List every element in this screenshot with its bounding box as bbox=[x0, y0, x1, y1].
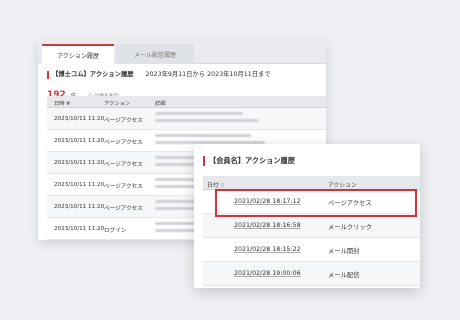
tab-bar: アクション履歴 メール配信履歴 bbox=[38, 40, 326, 64]
row-action: ページアクセス bbox=[104, 162, 143, 168]
row-detail-blurred bbox=[155, 112, 259, 126]
row-action: ページアクセス bbox=[104, 140, 143, 146]
table-row[interactable]: 2021/02/28 18:16:58 メールクリック bbox=[203, 214, 420, 238]
column-date[interactable]: 日付 ▽ bbox=[207, 180, 224, 189]
table-row: 2023/10/11 11:20 ページアクセス bbox=[47, 108, 326, 130]
row-date: 2023/10/11 11:20 bbox=[54, 226, 105, 232]
column-detail: 詳細 bbox=[155, 101, 166, 107]
row-action: ページアクセス bbox=[104, 118, 143, 124]
column-date[interactable]: 日時 ▼ bbox=[54, 99, 70, 107]
row-date: 2023/10/11 11:20 bbox=[54, 138, 105, 144]
row-highlight-frame bbox=[215, 189, 417, 217]
table-row[interactable]: 2021/02/28 19:00:06 メール配信 bbox=[203, 262, 420, 286]
member-history-title: 【会員名】アクション履歴 bbox=[203, 156, 295, 166]
column-date-label: 日時 bbox=[54, 101, 65, 107]
tab-action-history[interactable]: アクション履歴 bbox=[42, 44, 114, 64]
row-date: 2023/10/11 11:20 bbox=[54, 182, 105, 188]
page-title: 【博士コム】アクション履歴 2023年9月11日から 2023年10月11日まで bbox=[47, 71, 271, 79]
row-date: 2023/10/11 11:20 bbox=[54, 160, 105, 166]
tab-mail-history[interactable]: メール配信履歴 bbox=[116, 44, 194, 64]
row-action: ログイン bbox=[104, 228, 127, 234]
page-title-text: 【博士コム】アクション履歴 bbox=[52, 71, 134, 78]
row-date-link[interactable]: 2021/02/28 18:15:22 bbox=[234, 246, 301, 253]
row-action: メールクリック bbox=[328, 224, 373, 231]
table-header: 日付 ▽ アクション bbox=[203, 176, 420, 190]
row-action: メール配信 bbox=[328, 272, 360, 279]
column-action: アクション bbox=[104, 101, 131, 107]
date-range: 2023年9月11日から 2023年10月11日まで bbox=[145, 71, 271, 78]
column-action: アクション bbox=[328, 183, 357, 189]
sort-down-icon[interactable]: ▼ bbox=[66, 101, 70, 107]
table-header: 日時 ▼ アクション 詳細 bbox=[47, 96, 326, 108]
row-action: ページアクセス bbox=[104, 184, 143, 190]
row-date: 2023/10/11 11:20 bbox=[54, 116, 105, 122]
row-date-link[interactable]: 2021/02/28 18:16:58 bbox=[234, 222, 301, 229]
row-date: 2023/10/11 11:20 bbox=[54, 204, 105, 210]
table-row[interactable]: 2021/02/28 18:15:22 メール開封 bbox=[203, 238, 420, 262]
row-date-link[interactable]: 2021/02/28 19:00:06 bbox=[234, 270, 301, 277]
row-action: メール開封 bbox=[328, 248, 360, 255]
row-action: ページアクセス bbox=[104, 206, 143, 212]
